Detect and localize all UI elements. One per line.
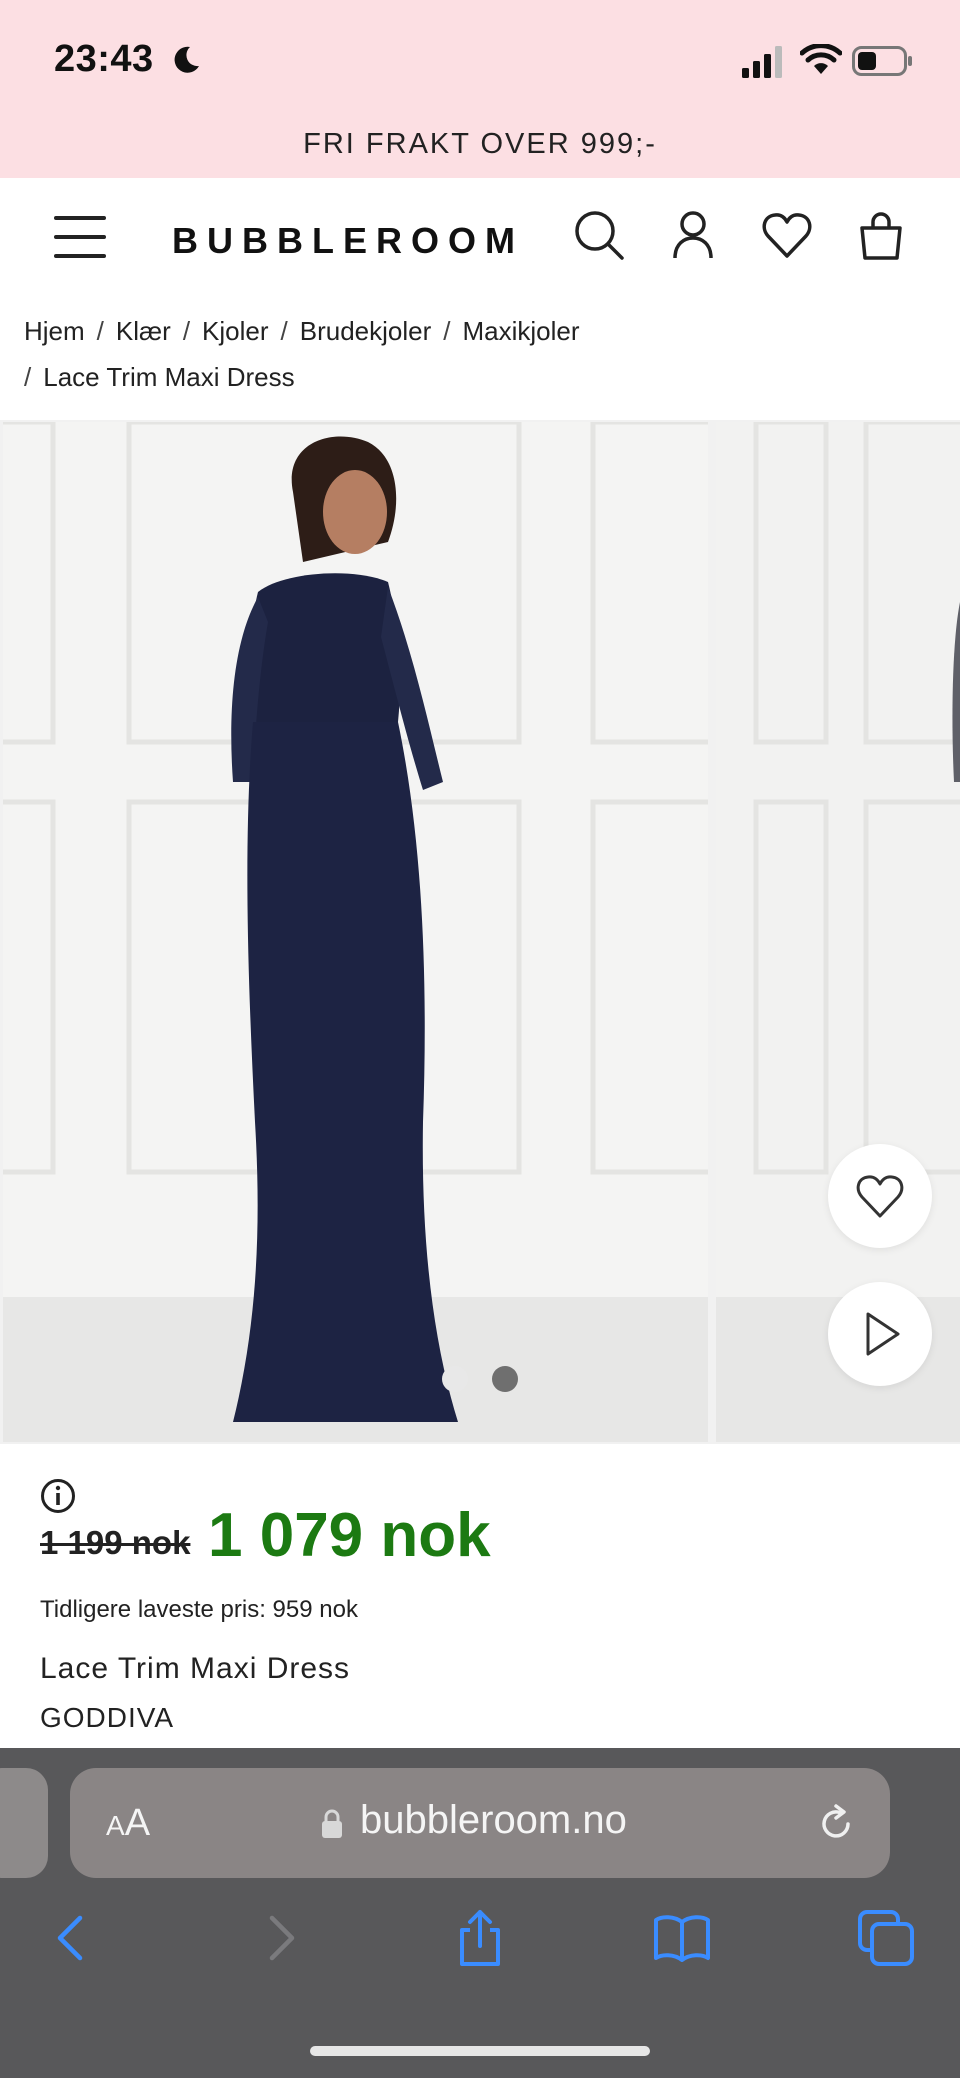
breadcrumb-dresses[interactable]: Kjoler xyxy=(202,316,268,346)
reload-icon[interactable] xyxy=(814,1802,858,1846)
back-icon[interactable] xyxy=(42,1908,102,1968)
breadcrumb-home[interactable]: Hjem xyxy=(24,316,85,346)
status-time: 23:43 xyxy=(54,38,154,80)
site-header: BUBBLEROOM xyxy=(0,178,960,298)
product-brand[interactable]: GODDIVA xyxy=(40,1702,174,1734)
top-banner-area: 23:43 FRI FRAKT OVER 999;- xyxy=(0,0,960,178)
original-price: 1 199 nok xyxy=(40,1524,191,1561)
free-shipping-banner: FRI FRAKT OVER 999;- xyxy=(303,128,657,160)
url-text[interactable]: bubbleroom.no xyxy=(360,1798,627,1843)
previous-lowest-price: Tidligere laveste pris: 959 nok xyxy=(40,1596,358,1623)
wishlist-heart-icon[interactable] xyxy=(760,208,814,262)
previous-tab-preview[interactable] xyxy=(0,1768,48,1878)
breadcrumb-clothes[interactable]: Klær xyxy=(116,316,171,346)
favorite-button[interactable] xyxy=(828,1144,932,1248)
moon-icon xyxy=(174,46,199,73)
tabs-icon[interactable] xyxy=(856,1908,916,1968)
battery-icon xyxy=(852,46,912,76)
lock-icon xyxy=(322,1809,342,1838)
shopping-bag-icon[interactable] xyxy=(854,208,908,262)
browser-toolbar: AA bubbleroom.no xyxy=(0,1748,960,2078)
gallery-dot-2[interactable] xyxy=(492,1366,518,1392)
breadcrumb: Hjem / Klær / Kjoler / Brudekjoler / Maxikjoler /… xyxy=(24,316,580,392)
search-icon[interactable] xyxy=(572,208,626,262)
product-photo[interactable] xyxy=(3,422,708,1442)
bookmarks-icon[interactable] xyxy=(652,1908,712,1968)
price-info-icon[interactable] xyxy=(40,1478,76,1514)
play-video-icon xyxy=(866,1312,900,1356)
product-name: Lace Trim Maxi Dress xyxy=(40,1652,351,1685)
breadcrumb-wedding-dresses[interactable]: Brudekjoler xyxy=(300,316,432,346)
favorite-heart-icon xyxy=(856,1175,904,1218)
sale-price: 1 079 nok xyxy=(208,1501,491,1570)
share-icon[interactable] xyxy=(450,1908,510,1968)
signal-icon xyxy=(742,46,782,78)
breadcrumb-maxi-dresses[interactable]: Maxikjoler xyxy=(463,316,580,346)
play-video-button[interactable] xyxy=(828,1282,932,1386)
menu-icon[interactable] xyxy=(54,216,106,260)
next-product-photo[interactable] xyxy=(716,422,960,1442)
gallery-dot-1[interactable] xyxy=(442,1366,468,1392)
wifi-icon xyxy=(800,44,842,74)
forward-icon[interactable] xyxy=(250,1908,310,1968)
address-bar[interactable]: AA bubbleroom.no xyxy=(70,1768,890,1878)
product-image-gallery[interactable] xyxy=(0,420,960,1444)
account-icon[interactable] xyxy=(666,208,720,262)
text-size-button[interactable]: AA xyxy=(106,1802,150,1845)
site-logo[interactable]: BUBBLEROOM xyxy=(172,220,524,262)
breadcrumb-current-product: Lace Trim Maxi Dress xyxy=(43,362,295,392)
home-indicator[interactable] xyxy=(310,2046,650,2056)
